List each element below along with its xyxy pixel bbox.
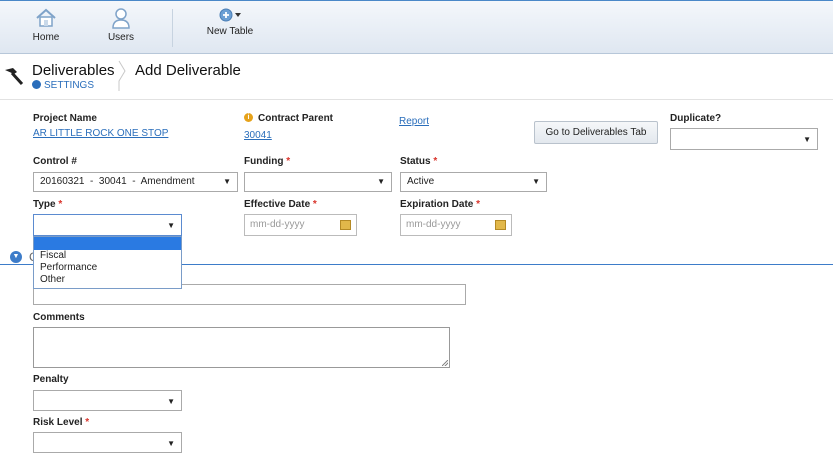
expiration-date-label: Expiration Date * <box>400 199 481 210</box>
home-button[interactable]: Home <box>16 7 76 43</box>
page-title: Add Deliverable <box>135 62 241 79</box>
go-to-deliverables-tab-button[interactable]: Go to Deliverables Tab <box>534 121 658 144</box>
type-option-performance[interactable]: Performance <box>34 262 181 274</box>
control-value: 20160321 - 30041 - Amendment <box>40 176 195 187</box>
calendar-icon[interactable] <box>340 220 351 230</box>
settings-link[interactable]: SETTINGS <box>32 80 94 91</box>
control-select[interactable]: 20160321 - 30041 - Amendment ▼ <box>33 172 238 192</box>
user-icon <box>112 8 130 29</box>
home-icon <box>36 8 56 27</box>
status-label: Status * <box>400 156 438 167</box>
control-label: Control # <box>33 156 77 167</box>
dropdown-arrow-icon: ▼ <box>167 221 175 230</box>
comments-label: Comments <box>33 312 85 323</box>
dropdown-arrow-icon: ▼ <box>803 135 811 144</box>
users-button[interactable]: Users <box>91 7 151 43</box>
dropdown-arrow-icon: ▼ <box>377 177 385 186</box>
dropdown-arrow-icon: ▼ <box>223 177 231 186</box>
status-select[interactable]: Active ▼ <box>400 172 547 192</box>
dropdown-arrow-icon: ▼ <box>167 397 175 406</box>
effective-date-input[interactable]: mm-dd-yyyy <box>244 214 357 236</box>
settings-label: SETTINGS <box>44 80 95 91</box>
risk-level-label: Risk Level * <box>33 417 90 428</box>
report-link[interactable]: Report <box>399 116 429 127</box>
contract-parent-label: Contract Parent <box>258 113 334 124</box>
risk-level-select[interactable]: ▼ <box>33 432 182 453</box>
effective-date-label: Effective Date * <box>244 199 317 210</box>
status-value: Active <box>407 176 435 187</box>
breadcrumb-deliverables[interactable]: Deliverables <box>32 62 115 79</box>
top-toolbar: Home Users New Table <box>0 0 833 54</box>
duplicate-label: Duplicate? <box>670 113 722 124</box>
gear-icon <box>32 80 41 89</box>
header-divider <box>0 99 833 100</box>
type-select[interactable]: ▼ <box>33 214 182 236</box>
expiration-date-placeholder: mm-dd-yyyy <box>406 219 461 230</box>
contract-parent-link[interactable]: 30041 <box>244 130 272 141</box>
type-option-fiscal[interactable]: Fiscal <box>34 250 181 262</box>
new-table-button[interactable]: New Table <box>199 7 261 37</box>
calendar-icon[interactable] <box>495 220 506 230</box>
new-table-label: New Table <box>206 26 254 37</box>
type-option-other[interactable]: Other <box>34 274 181 286</box>
dropdown-arrow-icon: ▼ <box>167 439 175 448</box>
expiration-date-input[interactable]: mm-dd-yyyy <box>400 214 512 236</box>
comments-textarea[interactable] <box>33 327 450 368</box>
type-option-blank[interactable] <box>34 237 181 250</box>
chevron-right-icon <box>118 60 126 91</box>
section-collapse-toggle[interactable]: ▼ <box>10 251 22 263</box>
project-name-link[interactable]: AR LITTLE ROCK ONE STOP <box>33 128 168 139</box>
type-dropdown-list: Fiscal Performance Other <box>33 236 182 289</box>
effective-date-placeholder: mm-dd-yyyy <box>250 219 305 230</box>
project-name-label: Project Name <box>33 113 97 124</box>
toolbar-separator <box>172 9 173 47</box>
penalty-label: Penalty <box>33 374 69 385</box>
dropdown-arrow-icon: ▼ <box>532 177 540 186</box>
duplicate-select[interactable]: ▼ <box>670 128 818 150</box>
add-circle-icon <box>219 8 241 22</box>
users-label: Users <box>107 32 135 43</box>
funding-label: Funding * <box>244 156 291 167</box>
hammer-icon <box>5 68 24 86</box>
funding-select[interactable]: ▼ <box>244 172 392 192</box>
resize-grip-icon[interactable] <box>442 360 448 366</box>
home-label: Home <box>32 32 60 43</box>
type-label: Type * <box>33 199 63 210</box>
penalty-select[interactable]: ▼ <box>33 390 182 411</box>
info-icon: i <box>244 113 253 122</box>
